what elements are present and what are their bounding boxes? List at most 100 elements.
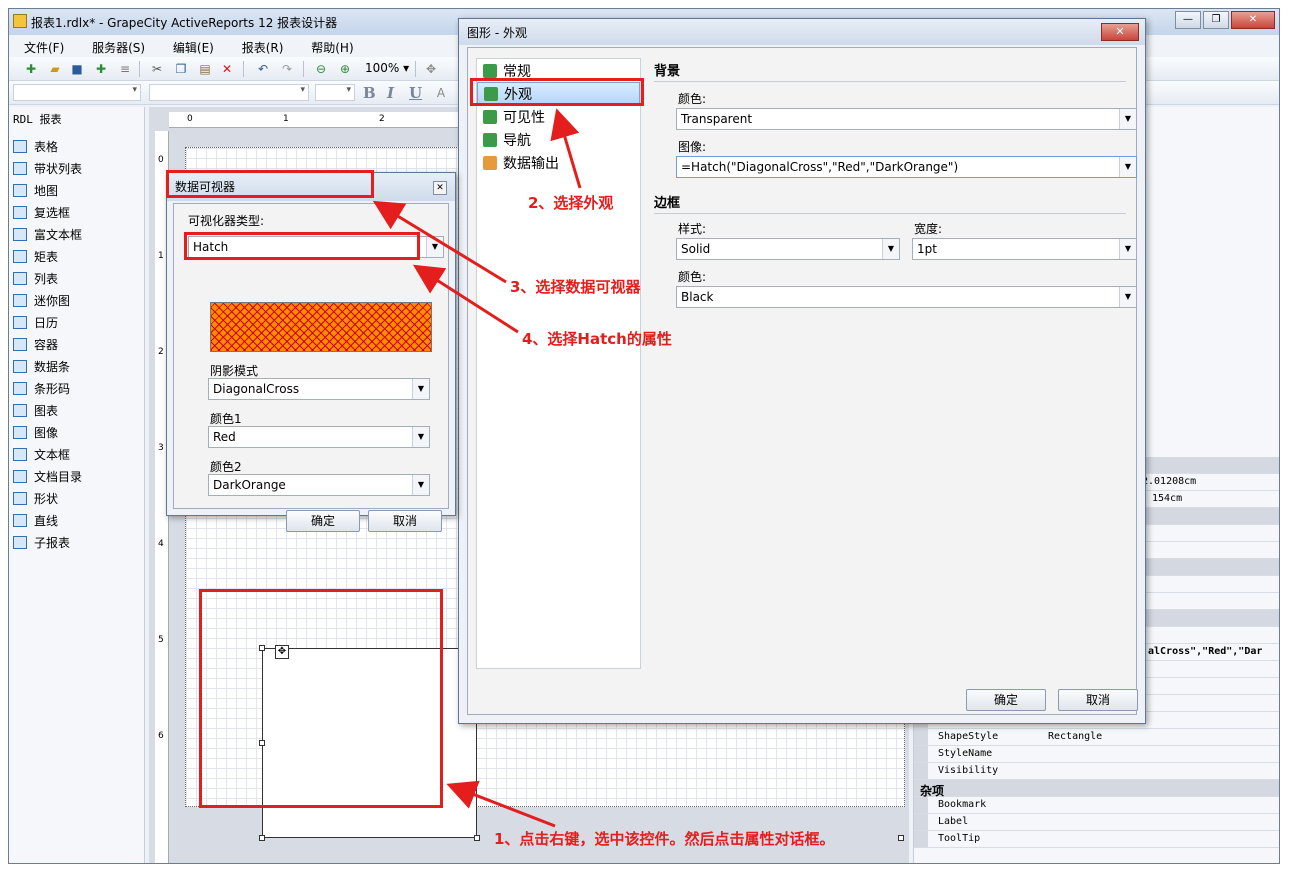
toolbox-item[interactable]: 形状: [13, 487, 82, 509]
toolbox-item-label: 表格: [34, 139, 59, 154]
font-color-icon[interactable]: A: [433, 85, 449, 101]
menu-report[interactable]: 报表(R): [227, 35, 293, 56]
property-name: ToolTip: [938, 833, 981, 844]
toolbox-item[interactable]: 富文本框: [13, 223, 82, 245]
maximize-button[interactable]: ❐: [1203, 11, 1229, 29]
toolbox-item-label: 复选框: [34, 205, 71, 220]
menu-server[interactable]: 服务器(S): [77, 35, 154, 56]
style-combo[interactable]: ▾: [315, 84, 355, 101]
font-name-combo[interactable]: ▾: [13, 84, 141, 101]
highlight-shape-control: [199, 589, 443, 808]
underline-button[interactable]: U: [409, 84, 422, 102]
toolbox-item[interactable]: 带状列表: [13, 157, 82, 179]
bg-color-combo[interactable]: Transparent ▼: [676, 108, 1137, 130]
border-width-combo[interactable]: 1pt ▼: [912, 238, 1137, 260]
italic-button[interactable]: I: [387, 84, 394, 102]
undo-icon[interactable]: ↶: [255, 61, 271, 77]
ruler-tick: 1: [158, 251, 164, 261]
visualizer-ok-button[interactable]: 确定: [286, 510, 360, 532]
add-item-icon[interactable]: ✚: [93, 61, 109, 77]
remove-item-icon[interactable]: ≡: [117, 61, 133, 77]
paste-icon[interactable]: ▤: [197, 61, 213, 77]
move-tool-icon[interactable]: ✥: [423, 61, 439, 77]
font-size-combo[interactable]: ▾: [149, 84, 309, 101]
property-value: alCross","Red","Dar: [1148, 646, 1263, 657]
toolbox-item[interactable]: 迷你图: [13, 289, 82, 311]
visualizer-close-icon[interactable]: ✕: [433, 181, 447, 195]
dialog-cancel-button[interactable]: 取消: [1058, 689, 1138, 711]
dropdown-arrow-icon[interactable]: ▼: [412, 475, 429, 495]
delete-icon[interactable]: ✕: [219, 61, 235, 77]
toolbox-item[interactable]: 子报表: [13, 531, 82, 553]
toolbox-item-label: 数据条: [34, 359, 71, 374]
color1-value: Red: [213, 430, 236, 444]
chart-icon: [13, 403, 27, 417]
zoom-combo[interactable]: 100% ▾: [365, 61, 409, 75]
visibility-icon: [483, 109, 497, 124]
menu-help[interactable]: 帮助(H): [296, 35, 362, 56]
toolbox-item[interactable]: 条形码: [13, 377, 82, 399]
color1-combo[interactable]: Red ▼: [208, 426, 430, 448]
toolbox-item[interactable]: 列表: [13, 267, 82, 289]
toolbox-item[interactable]: 文本框: [13, 443, 82, 465]
toolbox-item-label: 图表: [34, 403, 59, 418]
dropdown-arrow-icon[interactable]: ▼: [412, 379, 429, 399]
toolbox-item[interactable]: 复选框: [13, 201, 82, 223]
nav-visibility[interactable]: 可见性: [477, 105, 640, 128]
dropdown-arrow-icon[interactable]: ▼: [426, 237, 443, 257]
copy-icon[interactable]: ❐: [173, 61, 189, 77]
toolbox-item[interactable]: 图表: [13, 399, 82, 421]
zoom-in-icon[interactable]: ⊕: [337, 61, 353, 77]
zoom-out-icon[interactable]: ⊖: [313, 61, 329, 77]
general-icon: [483, 63, 497, 78]
toolbox-item[interactable]: 表格: [13, 135, 82, 157]
banded-list-icon: [13, 161, 27, 175]
property-value: 2.01208cm: [1142, 476, 1197, 487]
menu-file[interactable]: 文件(F): [9, 35, 73, 56]
bg-image-combo[interactable]: =Hatch("DiagonalCross","Red","DarkOrange…: [676, 156, 1137, 178]
dropdown-arrow-icon[interactable]: ▼: [412, 427, 429, 447]
toolbox-item[interactable]: 文档目录: [13, 465, 82, 487]
visualizer-cancel-button[interactable]: 取消: [368, 510, 442, 532]
border-color-combo[interactable]: Black ▼: [676, 286, 1137, 308]
save-icon[interactable]: ■: [69, 61, 85, 77]
annotation-step4: 4、选择Hatch的属性: [522, 330, 672, 348]
barcode-icon: [13, 381, 27, 395]
background-header: 背景: [654, 64, 681, 79]
dropdown-arrow-icon[interactable]: ▼: [1119, 109, 1136, 129]
hatch-pattern-combo[interactable]: DiagonalCross ▼: [208, 378, 430, 400]
dropdown-arrow-icon[interactable]: ▼: [1119, 157, 1136, 177]
resize-handle[interactable]: [474, 835, 480, 841]
highlight-appearance: [470, 78, 644, 106]
rich-text-icon: [13, 227, 27, 241]
nav-data-output[interactable]: 数据输出: [477, 151, 640, 174]
border-style-combo[interactable]: Solid ▼: [676, 238, 900, 260]
bold-button[interactable]: B: [363, 84, 376, 102]
toolbox-item[interactable]: 矩表: [13, 245, 82, 267]
property-value[interactable]: Rectangle: [1048, 731, 1102, 742]
toolbox-item[interactable]: 地图: [13, 179, 82, 201]
table-icon: [13, 139, 27, 153]
minimize-button[interactable]: —: [1175, 11, 1201, 29]
close-button[interactable]: ✕: [1231, 11, 1275, 29]
resize-handle[interactable]: [259, 835, 265, 841]
open-folder-icon[interactable]: ▰: [47, 61, 63, 77]
ruler-tick: 0: [158, 155, 164, 165]
resize-handle[interactable]: [898, 835, 904, 841]
menu-edit[interactable]: 编辑(E): [158, 35, 223, 56]
toolbox-item[interactable]: 容器: [13, 333, 82, 355]
dropdown-arrow-icon[interactable]: ▼: [1119, 239, 1136, 259]
color2-combo[interactable]: DarkOrange ▼: [208, 474, 430, 496]
dropdown-arrow-icon[interactable]: ▼: [1119, 287, 1136, 307]
toolbox-item[interactable]: 数据条: [13, 355, 82, 377]
dialog-close-button[interactable]: ✕: [1101, 23, 1139, 41]
new-report-icon[interactable]: ✚: [23, 61, 39, 77]
cut-icon[interactable]: ✂: [149, 61, 165, 77]
dialog-ok-button[interactable]: 确定: [966, 689, 1046, 711]
toolbox-item[interactable]: 图像: [13, 421, 82, 443]
toolbox-item[interactable]: 直线: [13, 509, 82, 531]
nav-navigation[interactable]: 导航: [477, 128, 640, 151]
toolbox-item[interactable]: 日历: [13, 311, 82, 333]
redo-icon[interactable]: ↷: [279, 61, 295, 77]
dropdown-arrow-icon[interactable]: ▼: [882, 239, 899, 259]
